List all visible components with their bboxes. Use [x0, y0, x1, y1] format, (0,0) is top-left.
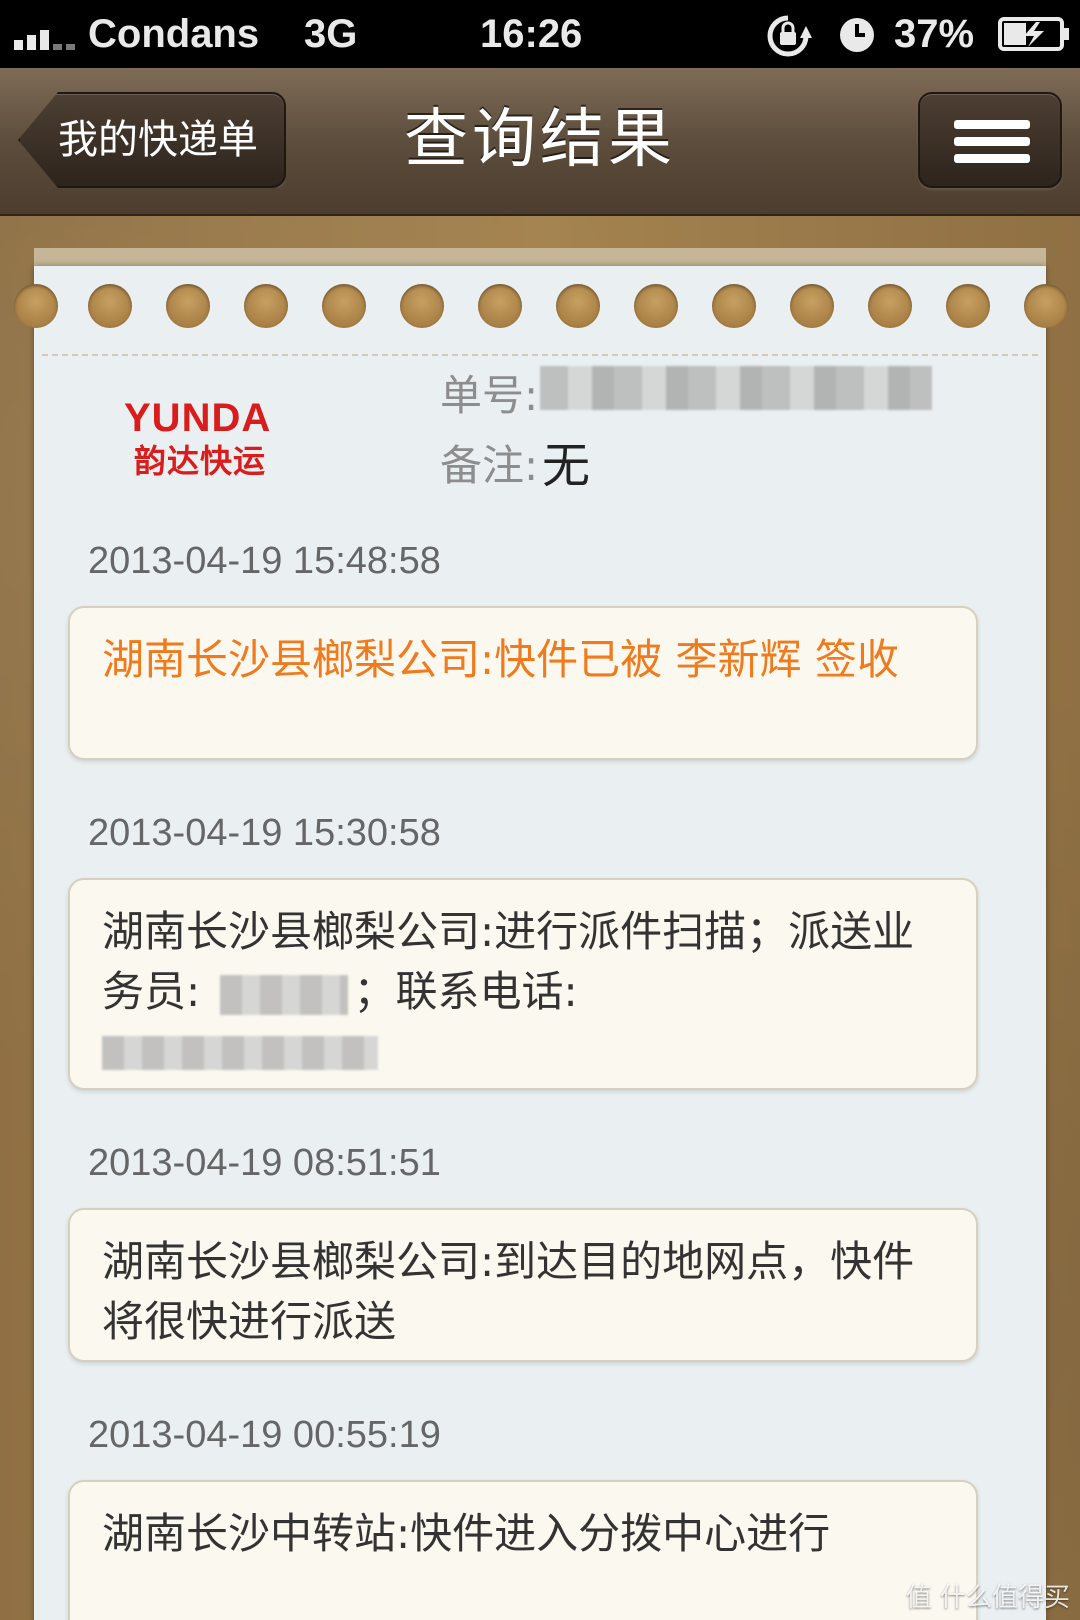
menu-button[interactable] [918, 92, 1062, 188]
event-card[interactable]: 湖南长沙中转站:快件进入分拨中心进行 [68, 1480, 978, 1620]
paper-edge [34, 248, 1046, 268]
battery-charging-icon [998, 17, 1069, 51]
signal-strength-icon [14, 22, 78, 50]
screen: Condans 3G 16:26 37% 我的快递单 查询结果 YUNDA 韵达… [0, 0, 1080, 1620]
event-text: 湖南长沙县榔梨公司:快件已被 李新辉 签收 [102, 635, 899, 684]
phone-number-redacted [102, 1036, 378, 1070]
event-card[interactable]: 湖南长沙县榔梨公司:进行派件扫描；派送业务员: ；联系电话: [68, 878, 978, 1090]
alarm-clock-icon [840, 18, 874, 52]
event-time: 2013-04-19 00:55:19 [88, 1414, 441, 1456]
rotation-lock-icon [767, 15, 812, 57]
event-time: 2013-04-19 15:48:58 [88, 540, 441, 582]
perforation-holes [14, 284, 1068, 334]
event-text-continued: ；联系电话: [353, 967, 578, 1016]
tear-line [42, 354, 1038, 356]
event-card-latest[interactable]: 湖南长沙县榔梨公司:快件已被 李新辉 签收 [68, 606, 978, 760]
network-type: 3G [304, 12, 358, 56]
tracking-number-redacted [540, 366, 932, 410]
logo-text-en: YUNDA [124, 396, 272, 440]
status-bar: Condans 3G 16:26 37% [0, 0, 1080, 68]
status-time: 16:26 [480, 12, 583, 56]
note-value: 无 [542, 438, 591, 494]
tracking-result-sheet[interactable]: YUNDA 韵达快运 单号: 备注: 无 2013-04-19 15:48:58… [14, 266, 1068, 1620]
yunda-logo: YUNDA 韵达快运 [124, 396, 324, 480]
tracking-number-label: 单号: [440, 371, 539, 420]
watermark: 值 什么值得买 [905, 1583, 1070, 1613]
event-card[interactable]: 湖南长沙县榔梨公司:到达目的地网点，快件将很快进行派送 [68, 1208, 978, 1362]
courier-name-redacted [219, 974, 348, 1015]
event-time: 2013-04-19 08:51:51 [88, 1142, 441, 1184]
event-text: 湖南长沙县榔梨公司:到达目的地网点，快件将很快进行派送 [102, 1237, 915, 1346]
carrier-name: Condans [88, 12, 260, 56]
event-text: 湖南长沙中转站:快件进入分拨中心进行 [102, 1509, 831, 1558]
event-time: 2013-04-19 15:30:58 [88, 812, 441, 854]
navigation-bar: 我的快递单 查询结果 [0, 68, 1080, 216]
note-label: 备注: [440, 441, 539, 490]
battery-percent: 37% [894, 12, 975, 56]
logo-text-cn: 韵达快运 [134, 442, 267, 480]
